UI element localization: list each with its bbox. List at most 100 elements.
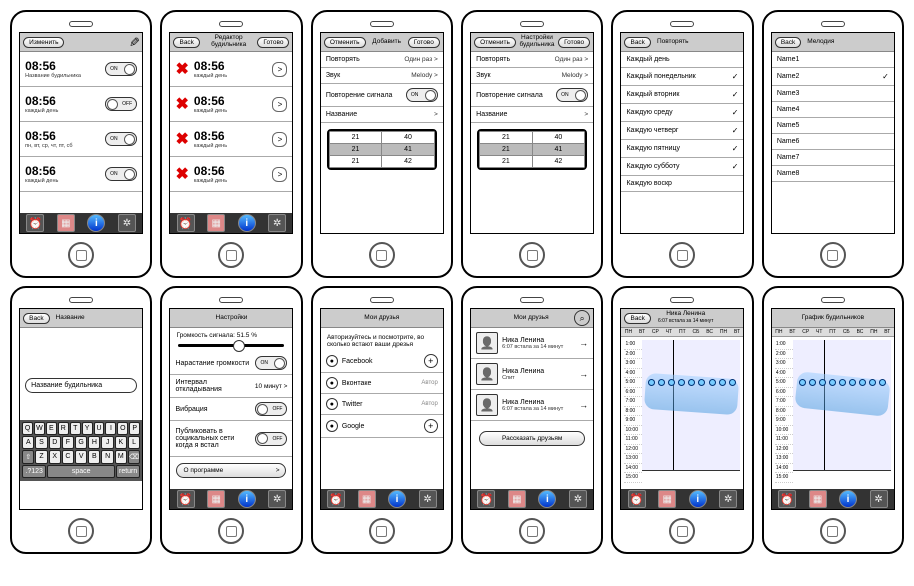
tab-calendar-icon[interactable] — [658, 490, 676, 508]
tab-settings-icon[interactable] — [870, 490, 888, 508]
key[interactable]: K — [115, 436, 127, 449]
key[interactable]: J — [101, 436, 113, 449]
list-item[interactable]: Каждый понедельник — [621, 68, 743, 86]
back-button[interactable]: Back — [624, 37, 650, 48]
setting-row[interactable]: ПовторятьОдин раз > — [471, 52, 593, 68]
tab-settings-icon[interactable] — [419, 490, 437, 508]
tab-info-icon[interactable] — [689, 490, 707, 508]
setting-row[interactable]: ПовторятьОдин раз > — [321, 52, 443, 68]
done-button[interactable]: Готово — [558, 37, 590, 48]
setting-row[interactable]: Публиковать в социкальных сети когда я в… — [170, 421, 292, 457]
compose-icon[interactable] — [128, 34, 139, 50]
key[interactable]: R — [58, 422, 69, 435]
setting-row[interactable]: Название> — [321, 107, 443, 123]
alarm-toggle[interactable] — [105, 62, 137, 76]
toggle[interactable] — [556, 88, 588, 102]
back-button[interactable]: Back — [173, 37, 199, 48]
list-item[interactable]: Name1 — [772, 52, 894, 68]
time-picker[interactable]: 214021412142 — [327, 129, 437, 170]
volume-slider[interactable] — [178, 344, 284, 347]
key[interactable]: F — [62, 436, 74, 449]
list-item[interactable]: Name7 — [772, 150, 894, 166]
delete-icon[interactable]: ✖ — [175, 59, 188, 79]
tab-info-icon[interactable] — [238, 490, 256, 508]
setting-row[interactable]: Название> — [471, 107, 593, 123]
key[interactable]: Z — [35, 450, 47, 464]
key[interactable]: V — [75, 450, 87, 464]
cancel-button[interactable]: Отменить — [324, 37, 366, 48]
tab-alarms-icon[interactable] — [628, 490, 646, 508]
list-item[interactable]: Каждую четверг — [621, 122, 743, 140]
list-item[interactable]: Каждую среду — [621, 104, 743, 122]
tab-calendar-icon[interactable] — [508, 490, 526, 508]
tell-friends-button[interactable]: Рассказать друзьям — [479, 431, 585, 446]
edit-button[interactable]: Изменить — [23, 37, 64, 48]
tab-calendar-icon[interactable] — [57, 214, 75, 232]
back-button[interactable]: Back — [775, 37, 801, 48]
home-button[interactable] — [68, 242, 94, 268]
toggle[interactable] — [406, 88, 438, 102]
alarm-row[interactable]: 08:56каждый день — [20, 157, 142, 192]
chevron-icon[interactable]: > — [272, 62, 287, 77]
back-button[interactable]: Back — [23, 313, 49, 324]
alarm-edit-row[interactable]: ✖08:56каждый день> — [170, 52, 292, 87]
setting-row[interactable]: Интервал откладывания10 минут > — [170, 375, 292, 398]
key[interactable]: Y — [82, 422, 93, 435]
setting-row[interactable]: ЗвукMelody > — [321, 68, 443, 84]
friend-row[interactable]: Ника ЛенинаСпит→ — [471, 359, 593, 390]
home-button[interactable] — [369, 518, 395, 544]
home-button[interactable] — [218, 242, 244, 268]
tab-alarms-icon[interactable] — [477, 490, 495, 508]
key[interactable]: G — [75, 436, 87, 449]
alarm-edit-row[interactable]: ✖08:56каждый день> — [170, 122, 292, 157]
delete-icon[interactable]: ✖ — [175, 94, 188, 114]
home-button[interactable] — [68, 518, 94, 544]
tab-calendar-icon[interactable] — [358, 490, 376, 508]
home-button[interactable] — [519, 242, 545, 268]
list-item[interactable]: Каждую пятницу — [621, 140, 743, 158]
cancel-button[interactable]: Отменить — [474, 37, 516, 48]
alarm-toggle[interactable] — [105, 167, 137, 181]
chevron-icon[interactable]: > — [272, 97, 287, 112]
alarm-name-input[interactable]: Название будильника — [25, 378, 137, 393]
provider-row[interactable]: ●ВконтакеАвтор — [321, 373, 443, 394]
key[interactable]: H — [88, 436, 100, 449]
add-icon[interactable]: + — [424, 354, 438, 368]
key[interactable]: C — [62, 450, 74, 464]
toggle[interactable] — [255, 402, 287, 416]
friend-row[interactable]: Ника Ленина6:07 встала за 14 минут→ — [471, 328, 593, 359]
key[interactable]: ⇧ — [22, 450, 34, 464]
setting-row[interactable]: ЗвукMelody > — [471, 68, 593, 84]
setting-row[interactable]: Нарастание громкости — [170, 352, 292, 375]
list-item[interactable]: Каждую субботу — [621, 158, 743, 176]
list-item[interactable]: Name2 — [772, 68, 894, 86]
list-item[interactable]: Name8 — [772, 166, 894, 182]
chevron-icon[interactable]: > — [272, 167, 287, 182]
tab-alarms-icon[interactable] — [26, 214, 44, 232]
alarm-row[interactable]: 08:56Название будильника — [20, 52, 142, 87]
provider-row[interactable]: ●TwitterАвтор — [321, 394, 443, 415]
tab-calendar-icon[interactable] — [809, 490, 827, 508]
home-button[interactable] — [519, 518, 545, 544]
back-button[interactable]: Back — [624, 313, 650, 324]
tab-info-icon[interactable] — [538, 490, 556, 508]
mode-key[interactable]: .?123 — [22, 465, 46, 478]
tab-settings-icon[interactable] — [719, 490, 737, 508]
key[interactable]: D — [49, 436, 61, 449]
add-icon[interactable]: + — [424, 419, 438, 433]
home-button[interactable] — [669, 242, 695, 268]
provider-row[interactable]: ●Google+ — [321, 415, 443, 438]
key[interactable]: N — [101, 450, 113, 464]
tab-alarms-icon[interactable] — [177, 490, 195, 508]
key[interactable]: A — [22, 436, 34, 449]
setting-row[interactable]: Повторение сигнала — [471, 84, 593, 107]
provider-row[interactable]: ●Facebook+ — [321, 350, 443, 373]
key[interactable]: ⌫ — [128, 450, 140, 464]
return-key[interactable]: return — [116, 465, 140, 478]
setting-row[interactable]: Вибрация — [170, 398, 292, 421]
tab-settings-icon[interactable] — [268, 214, 286, 232]
key[interactable]: B — [88, 450, 100, 464]
tab-alarms-icon[interactable] — [327, 490, 345, 508]
alarm-row[interactable]: 08:56каждый день — [20, 87, 142, 122]
alarm-row[interactable]: 08:56пн, вт, ср, чт, пт, сб — [20, 122, 142, 157]
